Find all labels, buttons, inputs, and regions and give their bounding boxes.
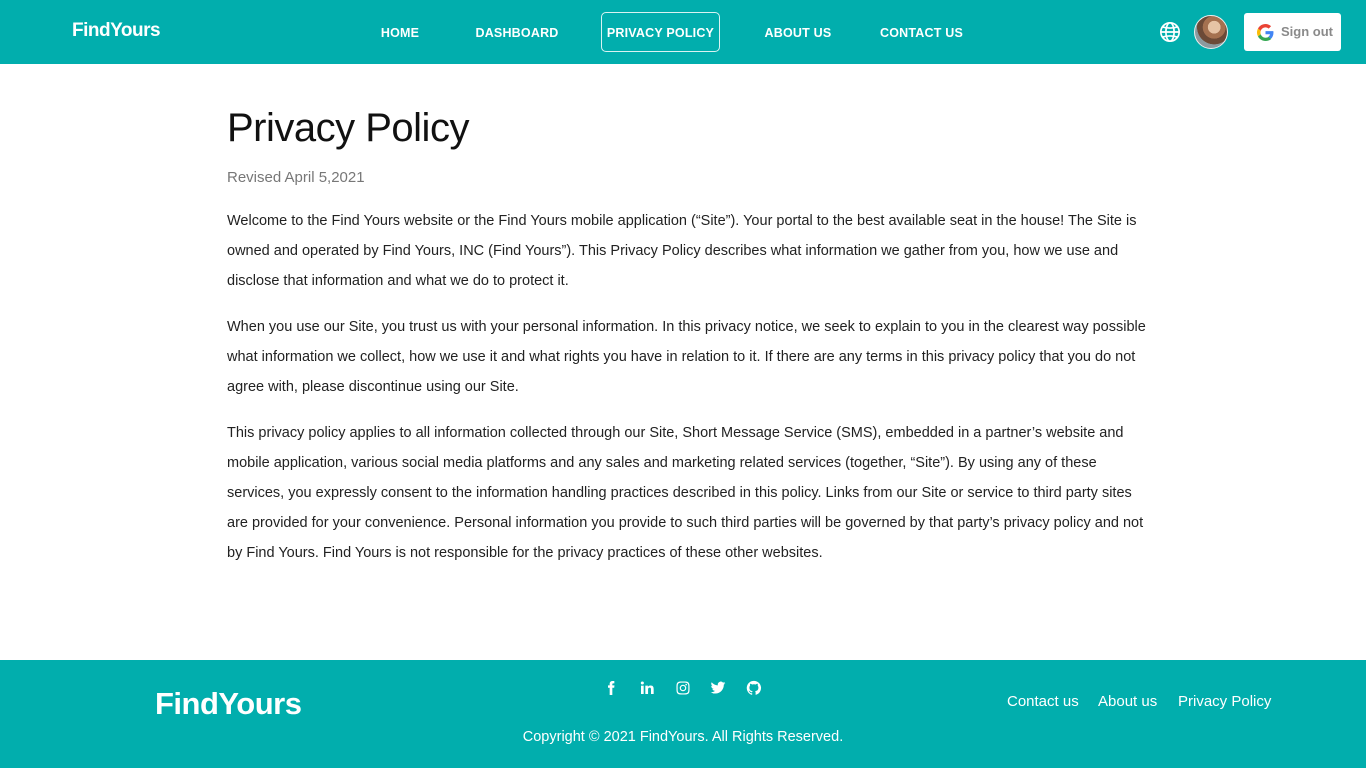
footer-brand-logo[interactable]: FindYours xyxy=(155,686,302,722)
footer-link-contact-us[interactable]: Contact us xyxy=(1007,693,1079,710)
nav-contact-us[interactable]: CONTACT US xyxy=(879,12,964,52)
sign-out-label: Sign out xyxy=(1281,24,1333,39)
policy-paragraph: This privacy policy applies to all infor… xyxy=(227,425,1144,561)
google-icon xyxy=(1257,24,1274,41)
nav-home[interactable]: HOME xyxy=(376,12,424,52)
footer: FindYours Contact us About us Privacy Po… xyxy=(0,660,1366,768)
top-navbar: FindYours HOME DASHBOARD PRIVACY POLICY … xyxy=(0,0,1366,64)
linkedin-icon[interactable] xyxy=(639,680,655,698)
nav-about-us[interactable]: ABOUT US xyxy=(762,12,834,52)
page-title: Privacy Policy xyxy=(227,106,469,150)
user-avatar[interactable] xyxy=(1194,15,1228,49)
copyright-text: Copyright © 2021 FindYours. All Rights R… xyxy=(522,729,844,745)
policy-paragraph: Welcome to the Find Yours website or the… xyxy=(227,213,1137,289)
nav-privacy-policy[interactable]: PRIVACY POLICY xyxy=(601,12,720,52)
footer-link-privacy-policy[interactable]: Privacy Policy xyxy=(1178,693,1271,710)
github-icon[interactable] xyxy=(746,680,762,698)
sign-out-button[interactable]: Sign out xyxy=(1244,13,1341,51)
twitter-icon[interactable] xyxy=(710,680,726,698)
policy-paragraph: When you use our Site, you trust us with… xyxy=(227,319,1146,395)
instagram-icon[interactable] xyxy=(675,680,691,698)
footer-link-about-us[interactable]: About us xyxy=(1098,693,1157,710)
revised-date: Revised April 5,2021 xyxy=(227,169,365,186)
nav-dashboard[interactable]: DASHBOARD xyxy=(474,12,560,52)
globe-icon[interactable] xyxy=(1159,21,1181,43)
facebook-icon[interactable] xyxy=(603,680,619,698)
